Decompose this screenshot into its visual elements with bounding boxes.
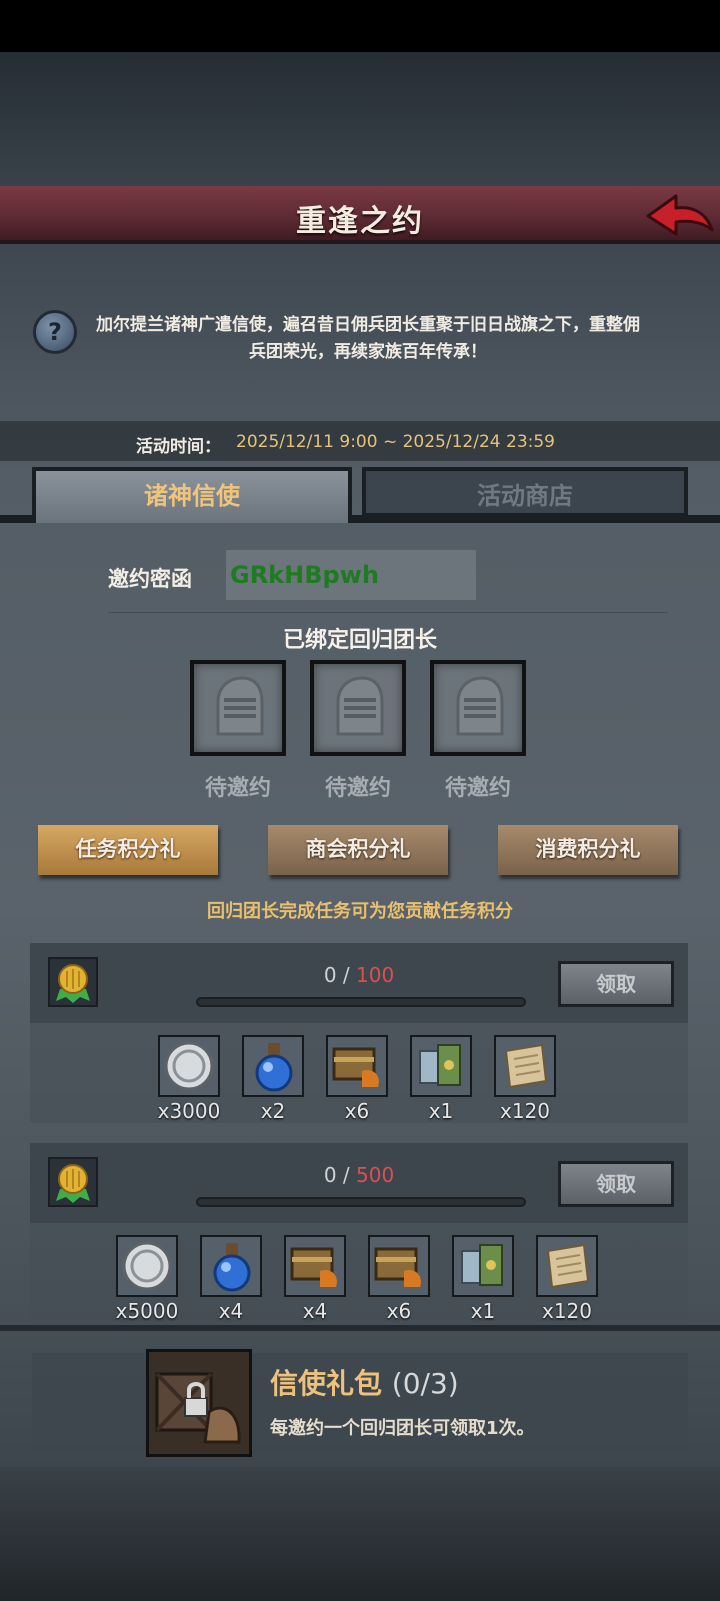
back-button[interactable] (646, 190, 714, 244)
reward-item[interactable] (452, 1235, 514, 1297)
parchment-scroll-icon (546, 1243, 590, 1289)
knight-helmet-icon (336, 676, 384, 736)
progress-current: 0 (323, 1163, 337, 1187)
reward-item[interactable] (158, 1035, 220, 1097)
reward-item[interactable] (242, 1035, 304, 1097)
item-count: x120 (499, 1099, 550, 1123)
item-count: x6 (344, 1099, 370, 1123)
reward-card: 0 / 500 领取 x5000 x4 x4 x6 x1 x120 (30, 1143, 688, 1323)
blue-potion-icon (213, 1243, 251, 1292)
item-count: x4 (218, 1299, 244, 1323)
silver-coin-icon (122, 1241, 172, 1291)
leader-slot[interactable] (310, 660, 406, 756)
gift-count: (0/3) (391, 1367, 459, 1400)
item-count: x6 (386, 1299, 412, 1323)
item-count: x1 (470, 1299, 496, 1323)
reward-card: 0 / 100 领取 x3000 x2 x6 x1 x120 (30, 943, 688, 1123)
task-points-hint: 回归团长完成任务可为您贡献任务积分 (207, 901, 513, 922)
scroll-bundle-icon (419, 1044, 461, 1086)
slot-status: 待邀约 (204, 776, 271, 801)
reward-item[interactable] (116, 1235, 178, 1297)
event-time-label: 活动时间： (136, 437, 221, 457)
item-count: x2 (260, 1099, 286, 1123)
reward-item[interactable] (410, 1035, 472, 1097)
slot-status: 待邀约 (444, 776, 511, 801)
leader-slot[interactable] (190, 660, 286, 756)
subtab-task-points[interactable]: 任务积分礼 (38, 825, 218, 875)
silver-coin-icon (164, 1041, 214, 1091)
progress-current: 0 (323, 963, 337, 987)
tab-event-shop[interactable]: 活动商店 (362, 467, 688, 517)
knight-helmet-icon (216, 676, 264, 736)
page-title: 重逢之约 (296, 204, 424, 239)
gift-title-text: 信使礼包 (270, 1367, 383, 1400)
parchment-scroll-icon (504, 1043, 548, 1089)
tab-messenger[interactable]: 诸神信使 (32, 467, 352, 523)
progress-bar (196, 1197, 526, 1207)
invite-code-field[interactable]: GRkHBpwh (226, 550, 476, 600)
subtab-guild-points[interactable]: 商会积分礼 (268, 825, 448, 875)
gift-title: 信使礼包 (0/3) (270, 1362, 459, 1402)
progress-target: 100 (356, 963, 395, 987)
bottom-area (0, 1467, 720, 1601)
treasure-chest-icon (332, 1047, 379, 1087)
scroll-bundle-icon (461, 1244, 503, 1286)
progress-bar (196, 997, 526, 1007)
reward-item[interactable] (368, 1235, 430, 1297)
item-count: x4 (302, 1299, 328, 1323)
item-count: x1 (428, 1099, 454, 1123)
item-count: x3000 (157, 1099, 221, 1123)
blue-potion-icon (255, 1043, 293, 1092)
leader-slot[interactable] (430, 660, 526, 756)
divider (108, 612, 668, 613)
knight-helmet-icon (456, 676, 504, 736)
item-count: x120 (541, 1299, 592, 1323)
invite-code-label: 邀约密函 (108, 567, 192, 591)
reward-item[interactable] (326, 1035, 388, 1097)
locked-crate-icon (155, 1372, 241, 1444)
treasure-chest-icon (290, 1247, 337, 1287)
reward-item[interactable] (284, 1235, 346, 1297)
claim-button[interactable]: 领取 (558, 961, 674, 1007)
gift-description: 每邀约一个回归团长可领取1次。 (270, 1418, 535, 1439)
progress-separator: / (336, 963, 356, 987)
messenger-gift-button[interactable] (146, 1349, 252, 1457)
help-icon[interactable]: ? (33, 310, 77, 354)
event-description: 加尔提兰诸神广遣信使，遍召昔日佣兵团长重聚于旧日战旗之下，重整佣兵团荣光，再续家… (96, 315, 640, 362)
item-count: x5000 (115, 1299, 179, 1323)
header-banner: 重逢之约 (0, 186, 720, 244)
slot-status: 待邀约 (324, 776, 391, 801)
claim-button[interactable]: 领取 (558, 1161, 674, 1207)
treasure-chest-icon (374, 1247, 421, 1287)
back-arrow-icon (646, 194, 714, 236)
event-time-value: 2025/12/11 9:00 ~ 2025/12/24 23:59 (236, 432, 555, 452)
status-bar (0, 0, 720, 52)
reward-item[interactable] (200, 1235, 262, 1297)
progress-target: 500 (356, 1163, 395, 1187)
reward-item[interactable] (494, 1035, 556, 1097)
gift-section-divider (0, 1325, 720, 1331)
reward-item[interactable] (536, 1235, 598, 1297)
subtab-spend-points[interactable]: 消费积分礼 (498, 825, 678, 875)
bound-leaders-title: 已绑定回归团长 (282, 628, 437, 653)
progress-separator: / (336, 1163, 356, 1187)
